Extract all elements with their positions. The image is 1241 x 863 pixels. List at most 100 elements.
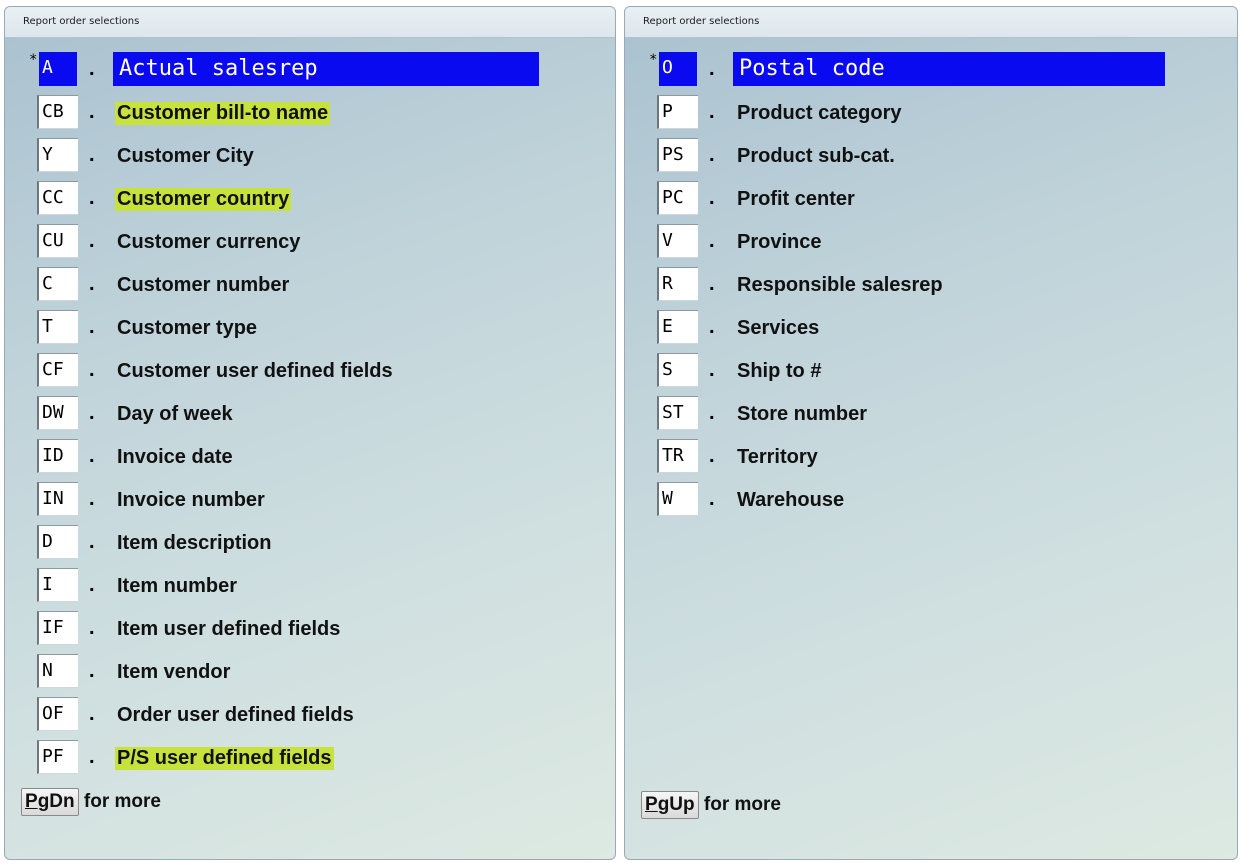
list-item[interactable]: E. Services [625, 308, 1237, 351]
option-label[interactable]: Customer user defined fields [117, 360, 393, 383]
code-field[interactable]: OF [37, 697, 78, 731]
code-field[interactable]: A [39, 52, 77, 86]
list-item[interactable]: S. Ship to # [625, 351, 1237, 394]
list-item[interactable]: CU. Customer currency [5, 222, 615, 265]
list-item[interactable]: * O. Postal code [625, 50, 1237, 93]
code-field[interactable]: IN [37, 482, 78, 516]
list-item[interactable]: W. Warehouse [625, 480, 1237, 523]
footer-hint: PgUp for more [641, 791, 781, 819]
list-item[interactable]: ST. Store number [625, 394, 1237, 437]
option-label[interactable]: Territory [737, 446, 818, 469]
option-label[interactable]: Customer type [117, 317, 257, 340]
code-field[interactable]: DW [37, 396, 78, 430]
selected-marker: * [649, 52, 658, 68]
option-label[interactable]: Product sub-cat. [737, 145, 895, 168]
code-field[interactable]: ID [37, 439, 78, 473]
separator-dot: . [89, 402, 95, 424]
option-label[interactable]: Invoice date [117, 446, 233, 469]
option-label[interactable]: Customer City [117, 145, 254, 168]
option-label[interactable]: Profit center [737, 188, 855, 211]
option-label[interactable]: Item vendor [117, 661, 230, 684]
option-label[interactable]: P/S user defined fields [115, 747, 334, 770]
separator-dot: . [89, 101, 95, 123]
option-label[interactable]: Invoice number [117, 489, 265, 512]
code-field[interactable]: CC [37, 181, 78, 215]
separator-dot: . [89, 187, 95, 209]
list-item[interactable]: T. Customer type [5, 308, 615, 351]
list-item[interactable]: ID. Invoice date [5, 437, 615, 480]
code-field[interactable]: CF [37, 353, 78, 387]
option-label[interactable]: Product category [737, 102, 901, 125]
option-label[interactable]: Province [737, 231, 821, 254]
list-item[interactable]: OF. Order user defined fields [5, 695, 615, 738]
code-field[interactable]: N [37, 654, 78, 688]
list-item[interactable]: CF. Customer user defined fields [5, 351, 615, 394]
code-field[interactable]: V [657, 224, 698, 258]
code-field[interactable]: W [657, 482, 698, 516]
option-label[interactable]: Customer number [117, 274, 289, 297]
option-label[interactable]: Customer bill-to name [115, 102, 331, 125]
code-field[interactable]: E [657, 310, 698, 344]
list-item[interactable]: CB. Customer bill-to name [5, 93, 615, 136]
list-item[interactable]: PC. Profit center [625, 179, 1237, 222]
code-field[interactable]: PF [37, 740, 78, 774]
code-field[interactable]: IF [37, 611, 78, 645]
option-label[interactable]: Services [737, 317, 819, 340]
option-label[interactable]: Item description [117, 532, 271, 555]
option-label[interactable]: Item number [117, 575, 237, 598]
list-item[interactable]: R. Responsible salesrep [625, 265, 1237, 308]
list-item[interactable]: TR. Territory [625, 437, 1237, 480]
option-label[interactable]: Ship to # [737, 360, 821, 383]
separator-dot: . [709, 230, 715, 252]
list-item[interactable]: N. Item vendor [5, 652, 615, 695]
list-item[interactable]: CC. Customer country [5, 179, 615, 222]
code-field[interactable]: CB [37, 95, 78, 129]
option-label[interactable]: Actual salesrep [113, 52, 539, 86]
separator-dot: . [89, 531, 95, 553]
option-label[interactable]: Warehouse [737, 489, 844, 512]
code-field[interactable]: P [657, 95, 698, 129]
panel-title: Report order selections [625, 7, 1237, 38]
list-item[interactable]: I. Item number [5, 566, 615, 609]
list-item[interactable]: V. Province [625, 222, 1237, 265]
option-label[interactable]: Responsible salesrep [737, 274, 943, 297]
code-field[interactable]: I [37, 568, 78, 602]
code-field[interactable]: O [659, 52, 697, 86]
option-label[interactable]: Item user defined fields [117, 618, 340, 641]
list-item[interactable]: IF. Item user defined fields [5, 609, 615, 652]
code-field[interactable]: TR [657, 439, 698, 473]
footer-text: for more [83, 791, 161, 812]
pgdn-key-button[interactable]: PgDn [21, 788, 79, 816]
separator-dot: . [709, 445, 715, 467]
list-item[interactable]: IN. Invoice number [5, 480, 615, 523]
option-label[interactable]: Customer currency [117, 231, 300, 254]
list-item[interactable]: PF. P/S user defined fields [5, 738, 615, 781]
option-label[interactable]: Postal code [733, 52, 1165, 86]
left-panel: Report order selections * A. Actual salesr… [4, 6, 616, 860]
code-field[interactable]: ST [657, 396, 698, 430]
list-item[interactable]: PS. Product sub-cat. [625, 136, 1237, 179]
list-item[interactable]: * A. Actual salesrep [5, 50, 615, 93]
option-label[interactable]: Day of week [117, 403, 233, 426]
code-field[interactable]: Y [37, 138, 78, 172]
option-label[interactable]: Customer country [115, 188, 292, 211]
list-item[interactable]: D. Item description [5, 523, 615, 566]
code-field[interactable]: R [657, 267, 698, 301]
list-item[interactable]: DW. Day of week [5, 394, 615, 437]
separator-dot: . [709, 144, 715, 166]
list-item[interactable]: C. Customer number [5, 265, 615, 308]
code-field[interactable]: C [37, 267, 78, 301]
code-field[interactable]: CU [37, 224, 78, 258]
footer-hint: PgDn for more [21, 788, 161, 816]
pgup-key-button[interactable]: PgUp [641, 791, 699, 819]
option-label[interactable]: Store number [737, 403, 867, 426]
code-field[interactable]: PS [657, 138, 698, 172]
code-field[interactable]: T [37, 310, 78, 344]
separator-dot: . [709, 359, 715, 381]
list-item[interactable]: Y. Customer City [5, 136, 615, 179]
code-field[interactable]: D [37, 525, 78, 559]
list-item[interactable]: P. Product category [625, 93, 1237, 136]
option-label[interactable]: Order user defined fields [117, 704, 354, 727]
code-field[interactable]: S [657, 353, 698, 387]
code-field[interactable]: PC [657, 181, 698, 215]
